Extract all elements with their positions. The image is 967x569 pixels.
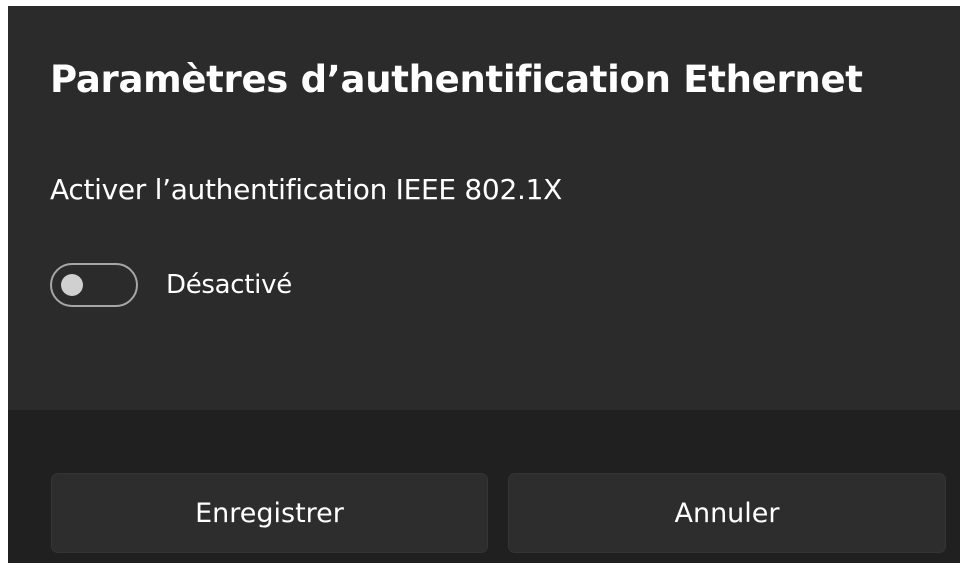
toggle-state-label: Désactivé bbox=[166, 270, 292, 300]
toggle-knob bbox=[61, 274, 83, 296]
ieee-8021x-setting-label: Activer l’authentification IEEE 802.1X bbox=[50, 173, 562, 206]
ieee-8021x-toggle-switch[interactable] bbox=[50, 263, 138, 307]
ethernet-auth-dialog: Paramètres d’authentification Ethernet A… bbox=[8, 6, 960, 563]
ieee-8021x-toggle-row[interactable]: Désactivé bbox=[50, 260, 292, 310]
save-button[interactable]: Enregistrer bbox=[51, 473, 488, 553]
dialog-title: Paramètres d’authentification Ethernet bbox=[50, 58, 863, 101]
cancel-button[interactable]: Annuler bbox=[508, 473, 946, 553]
dialog-content: Paramètres d’authentification Ethernet A… bbox=[8, 6, 960, 410]
